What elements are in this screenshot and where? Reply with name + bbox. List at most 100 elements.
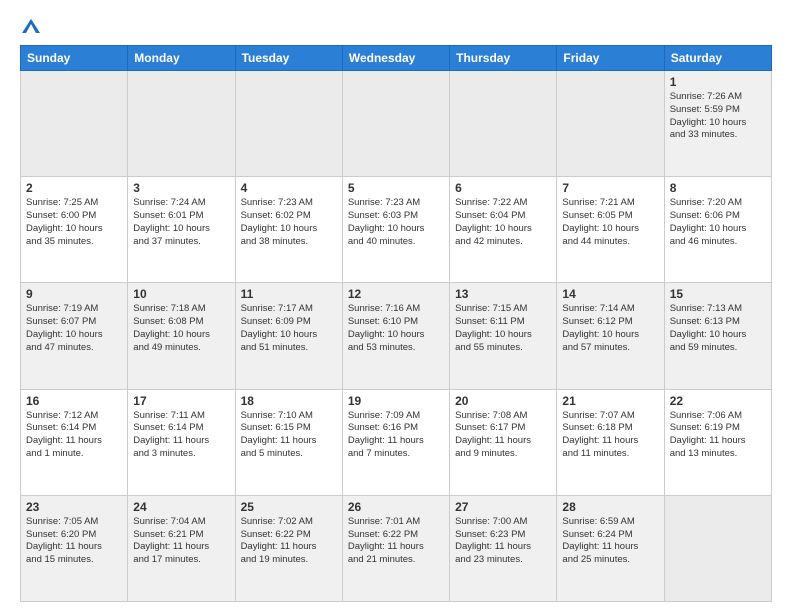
- day-number: 18: [241, 394, 337, 408]
- day-info: Sunrise: 7:06 AMSunset: 6:19 PMDaylight:…: [670, 410, 766, 461]
- calendar-day-cell: 27 Sunrise: 7:00 AMSunset: 6:23 PMDayligh…: [450, 495, 557, 601]
- calendar-day-cell: [557, 71, 664, 177]
- day-number: 21: [562, 394, 658, 408]
- day-info: Sunrise: 7:09 AMSunset: 6:16 PMDaylight:…: [348, 410, 444, 461]
- day-number: 15: [670, 287, 766, 301]
- day-info: Sunrise: 7:05 AMSunset: 6:20 PMDaylight:…: [26, 516, 122, 567]
- day-info: Sunrise: 7:22 AMSunset: 6:04 PMDaylight:…: [455, 197, 551, 248]
- day-info: Sunrise: 7:20 AMSunset: 6:06 PMDaylight:…: [670, 197, 766, 248]
- day-info: Sunrise: 7:02 AMSunset: 6:22 PMDaylight:…: [241, 516, 337, 567]
- header: [20, 16, 772, 37]
- logo-icon: [22, 19, 40, 33]
- day-info: Sunrise: 7:14 AMSunset: 6:12 PMDaylight:…: [562, 303, 658, 354]
- calendar-day-header: Wednesday: [342, 46, 449, 71]
- calendar-day-cell: [128, 71, 235, 177]
- day-number: 4: [241, 181, 337, 195]
- calendar-day-cell: 1 Sunrise: 7:26 AMSunset: 5:59 PMDaylight…: [664, 71, 771, 177]
- calendar-day-cell: 11 Sunrise: 7:17 AMSunset: 6:09 PMDayligh…: [235, 283, 342, 389]
- calendar-table: SundayMondayTuesdayWednesdayThursdayFrid…: [20, 45, 772, 602]
- calendar-day-header: Tuesday: [235, 46, 342, 71]
- calendar-day-cell: 23 Sunrise: 7:05 AMSunset: 6:20 PMDayligh…: [21, 495, 128, 601]
- calendar-day-cell: 2 Sunrise: 7:25 AMSunset: 6:00 PMDaylight…: [21, 177, 128, 283]
- day-info: Sunrise: 7:26 AMSunset: 5:59 PMDaylight:…: [670, 91, 766, 142]
- calendar-day-cell: [342, 71, 449, 177]
- calendar-day-header: Saturday: [664, 46, 771, 71]
- calendar-week-row: 16Sunrise: 7:12 AMSunset: 6:14 PMDayligh…: [21, 389, 772, 495]
- day-number: 27: [455, 500, 551, 514]
- calendar-day-cell: 5 Sunrise: 7:23 AMSunset: 6:03 PMDaylight…: [342, 177, 449, 283]
- day-info: Sunrise: 7:24 AMSunset: 6:01 PMDaylight:…: [133, 197, 229, 248]
- day-number: 16: [26, 394, 122, 408]
- day-info: Sunrise: 7:11 AMSunset: 6:14 PMDaylight:…: [133, 410, 229, 461]
- day-number: 19: [348, 394, 444, 408]
- day-number: 22: [670, 394, 766, 408]
- logo-text: [20, 16, 40, 37]
- day-number: 20: [455, 394, 551, 408]
- calendar-day-cell: [664, 495, 771, 601]
- calendar-week-row: 1 Sunrise: 7:26 AMSunset: 5:59 PMDaylight…: [21, 71, 772, 177]
- day-info: Sunrise: 6:59 AMSunset: 6:24 PMDaylight:…: [562, 516, 658, 567]
- day-number: 28: [562, 500, 658, 514]
- day-number: 2: [26, 181, 122, 195]
- day-info: Sunrise: 7:01 AMSunset: 6:22 PMDaylight:…: [348, 516, 444, 567]
- calendar-header-row: SundayMondayTuesdayWednesdayThursdayFrid…: [21, 46, 772, 71]
- day-number: 1: [670, 75, 766, 89]
- day-info: Sunrise: 7:16 AMSunset: 6:10 PMDaylight:…: [348, 303, 444, 354]
- day-number: 7: [562, 181, 658, 195]
- day-number: 26: [348, 500, 444, 514]
- day-info: Sunrise: 7:17 AMSunset: 6:09 PMDaylight:…: [241, 303, 337, 354]
- calendar-day-cell: 15 Sunrise: 7:13 AMSunset: 6:13 PMDayligh…: [664, 283, 771, 389]
- calendar-day-cell: 22 Sunrise: 7:06 AMSunset: 6:19 PMDayligh…: [664, 389, 771, 495]
- day-number: 13: [455, 287, 551, 301]
- day-number: 14: [562, 287, 658, 301]
- day-info: Sunrise: 7:18 AMSunset: 6:08 PMDaylight:…: [133, 303, 229, 354]
- day-number: 23: [26, 500, 122, 514]
- calendar-day-cell: 26 Sunrise: 7:01 AMSunset: 6:22 PMDayligh…: [342, 495, 449, 601]
- calendar-day-cell: [235, 71, 342, 177]
- calendar-week-row: 23 Sunrise: 7:05 AMSunset: 6:20 PMDayligh…: [21, 495, 772, 601]
- day-info: Sunrise: 7:08 AMSunset: 6:17 PMDaylight:…: [455, 410, 551, 461]
- calendar-day-cell: 21Sunrise: 7:07 AMSunset: 6:18 PMDayligh…: [557, 389, 664, 495]
- day-number: 11: [241, 287, 337, 301]
- calendar-day-cell: 17 Sunrise: 7:11 AMSunset: 6:14 PMDayligh…: [128, 389, 235, 495]
- day-info: Sunrise: 7:15 AMSunset: 6:11 PMDaylight:…: [455, 303, 551, 354]
- calendar-day-cell: 3 Sunrise: 7:24 AMSunset: 6:01 PMDaylight…: [128, 177, 235, 283]
- day-info: Sunrise: 7:04 AMSunset: 6:21 PMDaylight:…: [133, 516, 229, 567]
- day-number: 12: [348, 287, 444, 301]
- day-number: 5: [348, 181, 444, 195]
- logo: [20, 16, 40, 37]
- calendar-day-cell: 12 Sunrise: 7:16 AMSunset: 6:10 PMDayligh…: [342, 283, 449, 389]
- calendar-week-row: 9Sunrise: 7:19 AMSunset: 6:07 PMDaylight…: [21, 283, 772, 389]
- calendar-day-header: Sunday: [21, 46, 128, 71]
- day-number: 10: [133, 287, 229, 301]
- day-number: 6: [455, 181, 551, 195]
- calendar-day-cell: 28 Sunrise: 6:59 AMSunset: 6:24 PMDayligh…: [557, 495, 664, 601]
- day-number: 17: [133, 394, 229, 408]
- calendar-day-cell: 16Sunrise: 7:12 AMSunset: 6:14 PMDayligh…: [21, 389, 128, 495]
- day-number: 25: [241, 500, 337, 514]
- calendar-day-cell: 14 Sunrise: 7:14 AMSunset: 6:12 PMDayligh…: [557, 283, 664, 389]
- calendar-day-cell: 18 Sunrise: 7:10 AMSunset: 6:15 PMDayligh…: [235, 389, 342, 495]
- calendar-day-cell: 10 Sunrise: 7:18 AMSunset: 6:08 PMDayligh…: [128, 283, 235, 389]
- day-info: Sunrise: 7:23 AMSunset: 6:02 PMDaylight:…: [241, 197, 337, 248]
- calendar-day-cell: 24 Sunrise: 7:04 AMSunset: 6:21 PMDayligh…: [128, 495, 235, 601]
- calendar-day-cell: 13 Sunrise: 7:15 AMSunset: 6:11 PMDayligh…: [450, 283, 557, 389]
- calendar-day-cell: [450, 71, 557, 177]
- calendar-day-cell: [21, 71, 128, 177]
- calendar-day-cell: 20 Sunrise: 7:08 AMSunset: 6:17 PMDayligh…: [450, 389, 557, 495]
- day-info: Sunrise: 7:10 AMSunset: 6:15 PMDaylight:…: [241, 410, 337, 461]
- calendar-page: SundayMondayTuesdayWednesdayThursdayFrid…: [0, 0, 792, 612]
- calendar-day-cell: 6 Sunrise: 7:22 AMSunset: 6:04 PMDaylight…: [450, 177, 557, 283]
- day-info: Sunrise: 7:23 AMSunset: 6:03 PMDaylight:…: [348, 197, 444, 248]
- calendar-day-cell: 9Sunrise: 7:19 AMSunset: 6:07 PMDaylight…: [21, 283, 128, 389]
- day-number: 9: [26, 287, 122, 301]
- day-number: 24: [133, 500, 229, 514]
- day-info: Sunrise: 7:13 AMSunset: 6:13 PMDaylight:…: [670, 303, 766, 354]
- day-info: Sunrise: 7:00 AMSunset: 6:23 PMDaylight:…: [455, 516, 551, 567]
- day-info: Sunrise: 7:25 AMSunset: 6:00 PMDaylight:…: [26, 197, 122, 248]
- calendar-day-header: Monday: [128, 46, 235, 71]
- calendar-week-row: 2 Sunrise: 7:25 AMSunset: 6:00 PMDaylight…: [21, 177, 772, 283]
- calendar-day-header: Friday: [557, 46, 664, 71]
- day-number: 3: [133, 181, 229, 195]
- calendar-day-header: Thursday: [450, 46, 557, 71]
